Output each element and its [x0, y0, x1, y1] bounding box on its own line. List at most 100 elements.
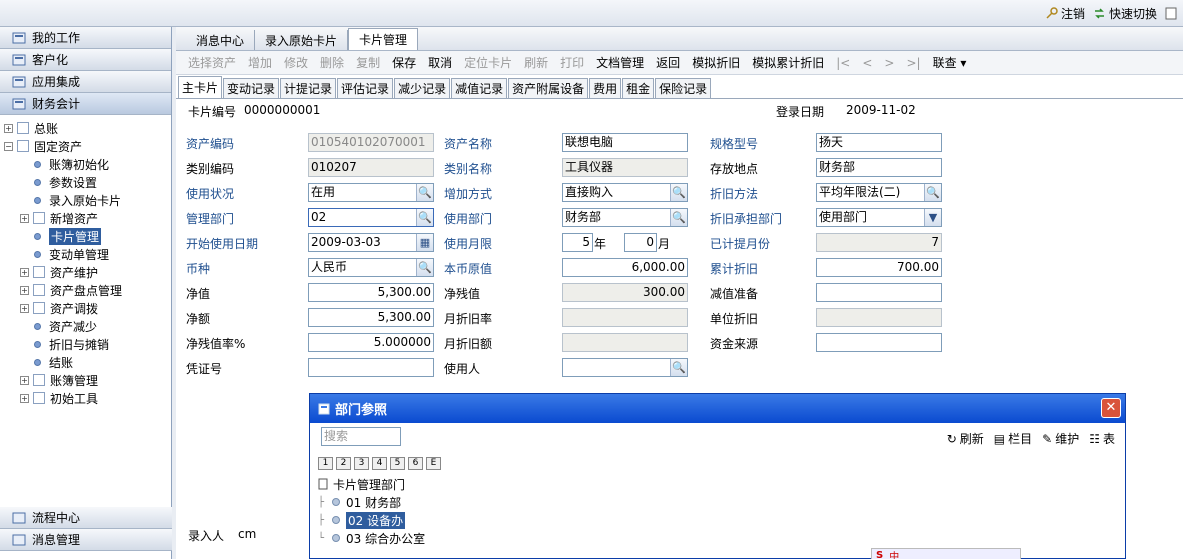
- subtab-7[interactable]: 费用: [589, 78, 622, 98]
- subtab-5[interactable]: 减值记录: [451, 78, 508, 98]
- dialog-search-input[interactable]: 搜索: [321, 427, 401, 446]
- sidebar-item-14[interactable]: + 账簿管理: [0, 371, 171, 389]
- net-residual-field[interactable]: 300.00: [562, 283, 688, 302]
- expand-icon[interactable]: −: [4, 141, 13, 151]
- level-button-3[interactable]: 4: [372, 457, 387, 470]
- department-item-2[interactable]: └ 03 综合办公室: [318, 529, 425, 547]
- subtab-2[interactable]: 计提记录: [280, 78, 337, 98]
- sidebar-item-12[interactable]: 折旧与摊销: [0, 335, 171, 353]
- sidebar-item-13[interactable]: 结账: [0, 353, 171, 371]
- logout-button[interactable]: 注销: [1045, 5, 1085, 22]
- magnifier-icon[interactable]: 🔍: [670, 209, 687, 226]
- toolbar-button-13[interactable]: 模拟累计折旧: [746, 54, 830, 71]
- category-code-field[interactable]: 010207: [308, 158, 434, 177]
- use-years-field[interactable]: 5: [562, 233, 593, 252]
- toolbar-button-3[interactable]: 删除: [314, 54, 350, 71]
- toolbar-button-15[interactable]: <: [856, 56, 878, 70]
- subtab-9[interactable]: 保险记录: [655, 78, 712, 98]
- magnifier-icon[interactable]: 🔍: [924, 184, 941, 201]
- sidebar-head-2[interactable]: 应用集成: [0, 71, 171, 93]
- sidebar-item-5[interactable]: + 新增资产: [0, 209, 171, 227]
- columns-button[interactable]: ▤ 栏目: [994, 430, 1032, 447]
- category-name-field[interactable]: 工具仪器: [562, 158, 688, 177]
- calendar-icon[interactable]: ▦: [416, 234, 433, 251]
- manage-dept-field[interactable]: 02 🔍: [308, 208, 434, 227]
- sidebar-item-11[interactable]: 资产减少: [0, 317, 171, 335]
- quick-switch-button[interactable]: 快速切换: [1093, 5, 1157, 22]
- level-button-1[interactable]: 2: [336, 457, 351, 470]
- toolbar-button-16[interactable]: >: [878, 56, 900, 70]
- magnifier-icon[interactable]: 🔍: [670, 184, 687, 201]
- sidebar-item-3[interactable]: 参数设置: [0, 173, 171, 191]
- sidebar-item-2[interactable]: 账簿初始化: [0, 155, 171, 173]
- department-item-0[interactable]: ├ 01 财务部: [318, 493, 425, 511]
- user-field[interactable]: 🔍: [562, 358, 688, 377]
- fund-source-field[interactable]: [816, 333, 942, 352]
- document-icon-button[interactable]: [1165, 7, 1177, 20]
- sidebar-bottom-head-0[interactable]: 流程中心: [0, 507, 172, 529]
- toolbar-button-17[interactable]: >|: [900, 56, 926, 70]
- expand-icon[interactable]: +: [4, 123, 13, 133]
- magnifier-icon[interactable]: 🔍: [416, 259, 433, 276]
- sidebar-item-4[interactable]: 录入原始卡片: [0, 191, 171, 209]
- add-method-field[interactable]: 直接购入 🔍: [562, 183, 688, 202]
- maintain-button[interactable]: ✎ 维护: [1042, 430, 1079, 447]
- start-date-field[interactable]: 2009-03-03 ▦: [308, 233, 434, 252]
- subtab-6[interactable]: 资产附属设备: [508, 78, 589, 98]
- expand-icon[interactable]: +: [20, 393, 29, 403]
- asset-name-field[interactable]: 联想电脑: [562, 133, 688, 152]
- original-value-field[interactable]: 6,000.00: [562, 258, 688, 277]
- tab-2[interactable]: 卡片管理: [348, 28, 419, 50]
- accrued-months-field[interactable]: 7: [816, 233, 942, 252]
- table-button[interactable]: ☷ 表: [1089, 430, 1115, 447]
- unit-depr-field[interactable]: [816, 308, 942, 327]
- toolbar-button-14[interactable]: |<: [830, 56, 856, 70]
- sidebar-head-3[interactable]: 财务会计: [0, 93, 171, 115]
- sidebar-item-0[interactable]: + 总账: [0, 119, 171, 137]
- sidebar-head-1[interactable]: 客户化: [0, 49, 171, 71]
- level-button-0[interactable]: 1: [318, 457, 333, 470]
- toolbar-button-9[interactable]: 打印: [554, 54, 590, 71]
- toolbar-button-10[interactable]: 文档管理: [590, 54, 650, 71]
- refresh-button[interactable]: ↻ 刷新: [947, 430, 984, 447]
- expand-icon[interactable]: +: [20, 375, 29, 385]
- magnifier-icon[interactable]: 🔍: [670, 359, 687, 376]
- residual-rate-field[interactable]: 5.000000: [308, 333, 434, 352]
- monthly-rate-field[interactable]: [562, 308, 688, 327]
- monthly-amount-field[interactable]: [562, 333, 688, 352]
- department-item-1[interactable]: ├ 02 设备办: [318, 511, 425, 529]
- expand-icon[interactable]: +: [20, 267, 29, 277]
- asset-code-field[interactable]: 010540102070001: [308, 133, 434, 152]
- sidebar-item-7[interactable]: 变动单管理: [0, 245, 171, 263]
- chevron-down-icon[interactable]: ▼: [924, 209, 941, 226]
- currency-field[interactable]: 人民币 🔍: [308, 258, 434, 277]
- toolbar-button-18[interactable]: 联查 ▾: [927, 54, 973, 71]
- toolbar-button-1[interactable]: 增加: [242, 54, 278, 71]
- subtab-8[interactable]: 租金: [622, 78, 655, 98]
- close-icon[interactable]: ✕: [1101, 398, 1121, 418]
- level-button-6[interactable]: E: [426, 457, 441, 470]
- depr-method-field[interactable]: 平均年限法(二) 🔍: [816, 183, 942, 202]
- sidebar-item-10[interactable]: + 资产调拨: [0, 299, 171, 317]
- spec-field[interactable]: 扬天: [816, 133, 942, 152]
- subtab-0[interactable]: 主卡片: [178, 76, 223, 98]
- sidebar-bottom-head-1[interactable]: 消息管理: [0, 529, 172, 551]
- level-button-5[interactable]: 6: [408, 457, 423, 470]
- impairment-field[interactable]: [816, 283, 942, 302]
- usage-status-field[interactable]: 在用 🔍: [308, 183, 434, 202]
- net-amount-field[interactable]: 5,300.00: [308, 308, 434, 327]
- tree-root[interactable]: 卡片管理部门: [318, 475, 425, 493]
- toolbar-button-7[interactable]: 定位卡片: [458, 54, 518, 71]
- voucher-no-field[interactable]: [308, 358, 434, 377]
- toolbar-button-6[interactable]: 取消: [422, 54, 458, 71]
- dialog-title-bar[interactable]: 部门参照: [310, 394, 1125, 423]
- sidebar-item-1[interactable]: − 固定资产: [0, 137, 171, 155]
- toolbar-button-4[interactable]: 复制: [350, 54, 386, 71]
- subtab-1[interactable]: 变动记录: [223, 78, 280, 98]
- expand-icon[interactable]: +: [20, 213, 29, 223]
- level-button-2[interactable]: 3: [354, 457, 369, 470]
- magnifier-icon[interactable]: 🔍: [416, 209, 433, 226]
- expand-icon[interactable]: +: [20, 285, 29, 295]
- tab-1[interactable]: 录入原始卡片: [255, 30, 349, 50]
- net-value-field[interactable]: 5,300.00: [308, 283, 434, 302]
